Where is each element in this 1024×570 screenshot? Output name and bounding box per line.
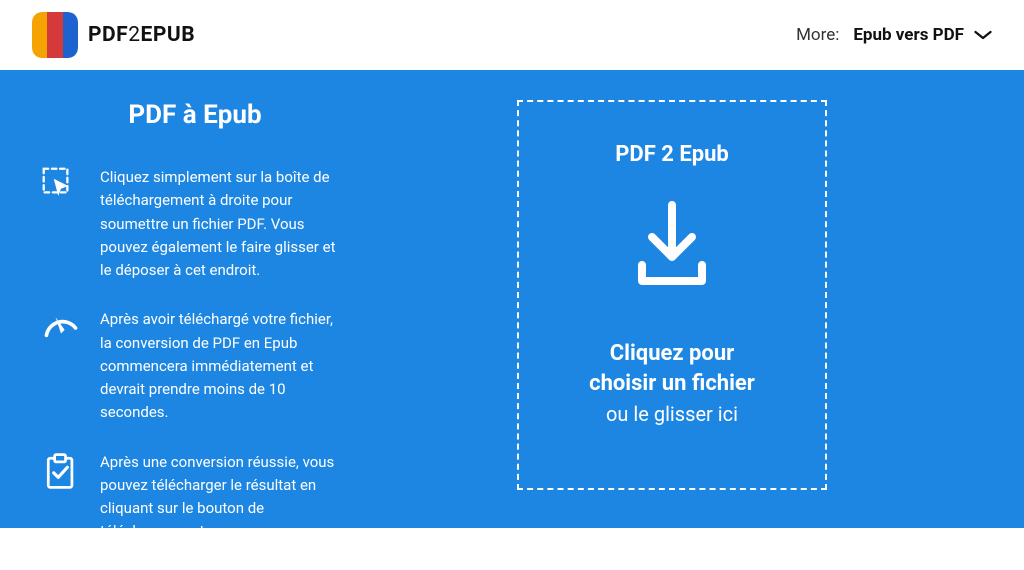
brand-text: PDF2EPUB bbox=[88, 23, 195, 47]
speed-gauge-icon bbox=[40, 308, 82, 350]
dropzone-wrapper: PDF 2 Epub Cliquez pour choisir un fichi… bbox=[380, 100, 964, 490]
clipboard-check-icon bbox=[40, 451, 82, 493]
dropzone-sub-text: ou le glisser ici bbox=[606, 402, 738, 426]
instructions-column: PDF à Epub Cliquez simplement sur la boî… bbox=[40, 100, 350, 570]
step-2: Après avoir téléchargé votre fichier, la… bbox=[40, 308, 350, 424]
step-1-text: Cliquez simplement sur la boîte de téléc… bbox=[100, 166, 340, 282]
file-dropzone[interactable]: PDF 2 Epub Cliquez pour choisir un fichi… bbox=[517, 100, 827, 490]
logo[interactable]: PDF2EPUB bbox=[32, 12, 195, 58]
more-link-epub-to-pdf[interactable]: Epub vers PDF bbox=[853, 25, 992, 45]
chevron-down-icon bbox=[974, 29, 992, 41]
page-title: PDF à Epub bbox=[40, 100, 350, 130]
step-1: Cliquez simplement sur la boîte de téléc… bbox=[40, 166, 350, 282]
download-icon bbox=[622, 195, 722, 299]
dropzone-title: PDF 2 Epub bbox=[615, 142, 729, 167]
dropzone-main-text: Cliquez pour choisir un fichier bbox=[589, 339, 755, 398]
step-3-text: Après une conversion réussie, vous pouve… bbox=[100, 451, 340, 544]
more-label: More: bbox=[796, 25, 839, 45]
logo-mark-icon bbox=[32, 12, 78, 58]
more-menu: More: Epub vers PDF bbox=[796, 25, 992, 45]
hero-section: PDF à Epub Cliquez simplement sur la boî… bbox=[0, 70, 1024, 528]
header: PDF2EPUB More: Epub vers PDF bbox=[0, 0, 1024, 70]
step-3: Après une conversion réussie, vous pouve… bbox=[40, 451, 350, 544]
cursor-select-icon bbox=[40, 166, 82, 208]
step-2-text: Après avoir téléchargé votre fichier, la… bbox=[100, 308, 340, 424]
